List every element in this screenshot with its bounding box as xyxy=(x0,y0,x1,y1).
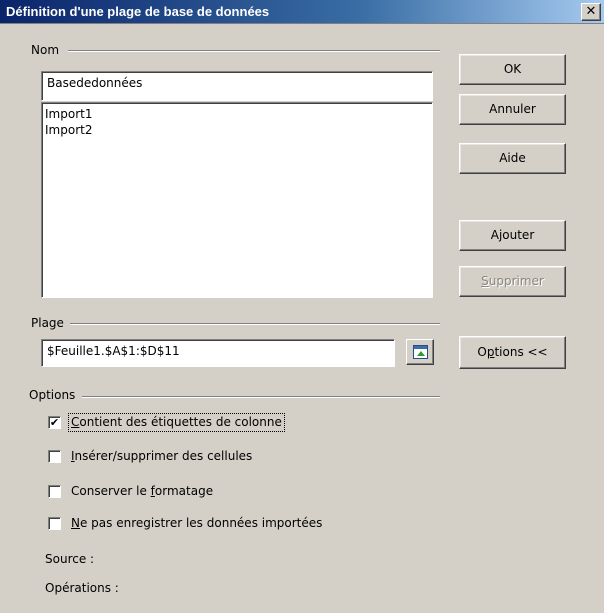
checkbox-row-keep-formatting[interactable]: Conserver le formatage xyxy=(48,483,348,501)
dont-save-imported-checkbox[interactable] xyxy=(48,517,61,530)
column-labels-label-rest: ontient des étiquettes de colonne xyxy=(79,415,282,429)
keep-formatting-label-prefix: Conserver le xyxy=(71,484,151,498)
plage-group-line xyxy=(70,323,440,325)
checkbox-row-dont-save-imported[interactable]: Ne pas enregistrer les données importées xyxy=(48,515,388,533)
plage-group-label: Plage xyxy=(31,316,68,330)
keep-formatting-label-rest: ormatage xyxy=(154,484,214,498)
checkbox-row-column-labels[interactable]: ✔ Contient des étiquettes de colonne xyxy=(48,413,348,432)
options-group-line xyxy=(82,396,440,398)
dont-save-imported-label-rest: e pas enregistrer les données importées xyxy=(79,516,323,530)
list-item[interactable]: Import1 xyxy=(45,106,429,122)
range-input[interactable]: $Feuille1.$A$1:$D$11 xyxy=(41,339,395,367)
insert-delete-cells-label-rest: nsérer/supprimer des cellules xyxy=(74,449,253,463)
nom-group-label: Nom xyxy=(31,43,64,57)
options-toggle-rest: tions << xyxy=(494,345,548,359)
operations-label: Opérations : xyxy=(45,581,119,595)
shrink-range-button[interactable] xyxy=(406,339,434,365)
delete-button: Supprimer xyxy=(459,266,566,297)
column-labels-label[interactable]: Contient des étiquettes de colonne xyxy=(68,413,285,432)
close-button[interactable]: ✕ xyxy=(581,3,601,21)
checkbox-row-insert-delete[interactable]: Insérer/supprimer des cellules xyxy=(48,448,348,466)
cancel-button[interactable]: Annuler xyxy=(459,94,566,125)
help-button[interactable]: Aide xyxy=(459,143,566,174)
delete-mnemonic: S xyxy=(481,274,489,288)
add-button[interactable]: Ajouter xyxy=(459,220,566,251)
source-label: Source : xyxy=(45,552,95,566)
database-name-input[interactable]: Basededonnées xyxy=(41,71,433,101)
dont-save-imported-label[interactable]: Ne pas enregistrer les données importées xyxy=(69,515,324,532)
insert-delete-cells-label[interactable]: Insérer/supprimer des cellules xyxy=(69,448,254,465)
database-range-list[interactable]: Import1 Import2 xyxy=(41,102,433,298)
window-title: Définition d'une plage de base de donnée… xyxy=(6,4,270,19)
ok-button[interactable]: OK xyxy=(459,54,566,85)
title-bar[interactable]: Définition d'une plage de base de donnée… xyxy=(0,0,604,24)
options-toggle-button[interactable]: Options << xyxy=(459,336,566,369)
keep-formatting-label[interactable]: Conserver le formatage xyxy=(69,483,215,500)
dont-save-imported-label-mnemonic: N xyxy=(71,516,80,530)
insert-delete-cells-checkbox[interactable] xyxy=(48,450,61,463)
delete-label-rest: upprimer xyxy=(488,274,544,288)
options-toggle-prefix: O xyxy=(477,345,487,359)
column-labels-checkbox[interactable]: ✔ xyxy=(48,416,61,429)
nom-group-line xyxy=(68,50,440,52)
shrink-range-icon xyxy=(413,345,428,359)
list-item[interactable]: Import2 xyxy=(45,122,429,138)
keep-formatting-checkbox[interactable] xyxy=(48,485,61,498)
options-group-label: Options xyxy=(29,388,80,402)
